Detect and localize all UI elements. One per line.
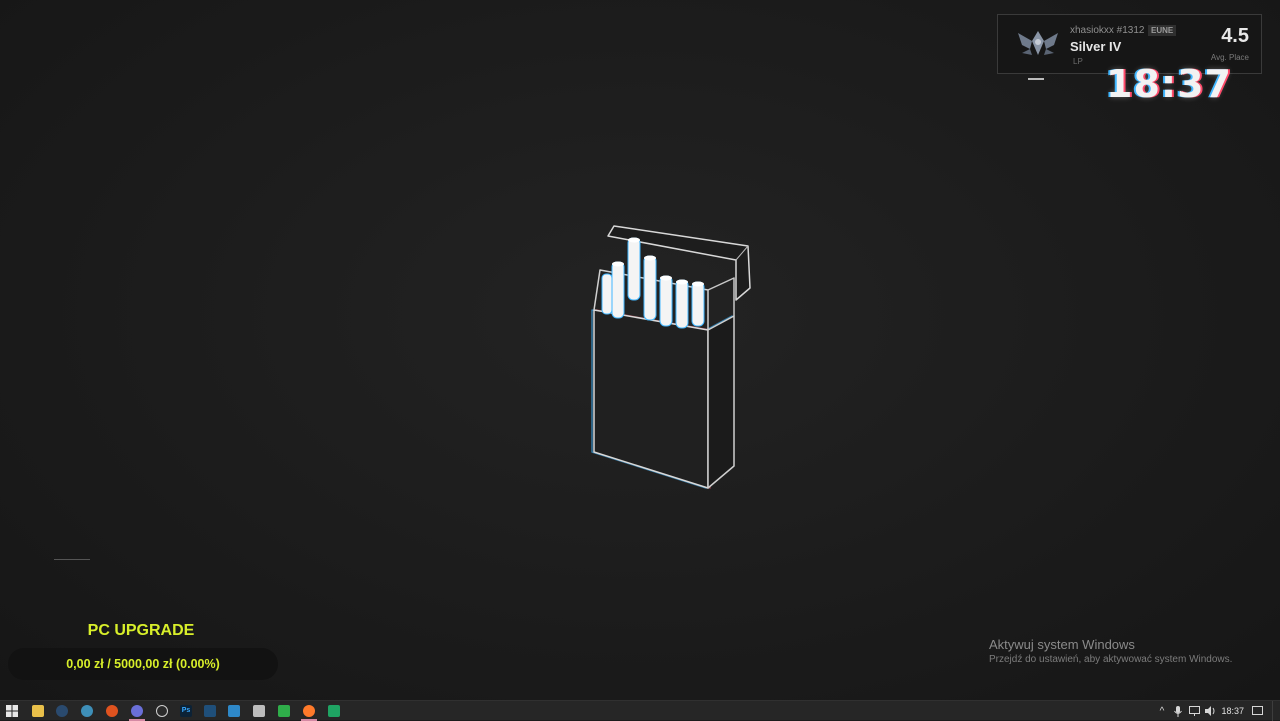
upgrade-progress-text: 0,00 zł / 5000,00 zł (0.00%) <box>66 657 220 671</box>
sheets-icon[interactable] <box>322 701 346 721</box>
cigarette-pack-illustration <box>591 225 751 489</box>
notifications-icon[interactable] <box>1250 701 1264 721</box>
divider <box>1028 78 1044 80</box>
lp-label: LP <box>1073 57 1083 66</box>
obs-icon[interactable] <box>150 701 174 721</box>
firefox-icon[interactable] <box>297 701 321 721</box>
steam-icon[interactable] <box>50 701 74 721</box>
upgrade-progress-bar: 0,00 zł / 5000,00 zł (0.00%) <box>8 648 278 680</box>
avg-place-label: Avg. Place <box>1210 53 1249 62</box>
silver-wings-emblem-icon <box>1018 31 1058 55</box>
globe-icon[interactable] <box>75 701 99 721</box>
desktop-clock: 18:37 <box>1106 62 1232 106</box>
volume-icon[interactable] <box>1204 701 1216 721</box>
leaf-icon[interactable] <box>272 701 296 721</box>
desktop: xhasiokxx #1312 EUNE Silver IV LP 4.5 Av… <box>0 0 1280 700</box>
divider <box>54 559 90 560</box>
folder-icon[interactable] <box>26 701 50 721</box>
activation-watermark-title: Aktywuj system Windows <box>989 637 1135 652</box>
tray-chevron-icon[interactable]: ^ <box>1156 701 1168 721</box>
app-window-icon[interactable] <box>222 701 246 721</box>
brave-icon[interactable] <box>100 701 124 721</box>
discord-icon[interactable] <box>125 701 149 721</box>
rank-label: Silver IV <box>1070 39 1122 54</box>
microphone-icon[interactable] <box>1172 701 1184 721</box>
region-badge: EUNE <box>1148 25 1177 36</box>
terminal-icon[interactable] <box>198 701 222 721</box>
avg-place-value: 4.5 <box>1221 25 1249 47</box>
summoner-name: xhasiokxx #1312 <box>1070 25 1145 36</box>
cube-icon[interactable] <box>247 701 271 721</box>
upgrade-title: PC UPGRADE <box>87 622 195 639</box>
tray-clock[interactable]: 18:37 <box>1221 701 1244 721</box>
network-icon[interactable] <box>1188 701 1200 721</box>
windows-start-icon[interactable] <box>0 701 24 721</box>
photoshop-icon[interactable]: Ps <box>174 701 198 721</box>
activation-watermark-subtitle: Przejdź do ustawień, aby aktywować syste… <box>989 654 1233 665</box>
show-desktop-button[interactable] <box>1272 701 1280 721</box>
taskbar: Ps ^ 18:37 <box>0 700 1280 721</box>
